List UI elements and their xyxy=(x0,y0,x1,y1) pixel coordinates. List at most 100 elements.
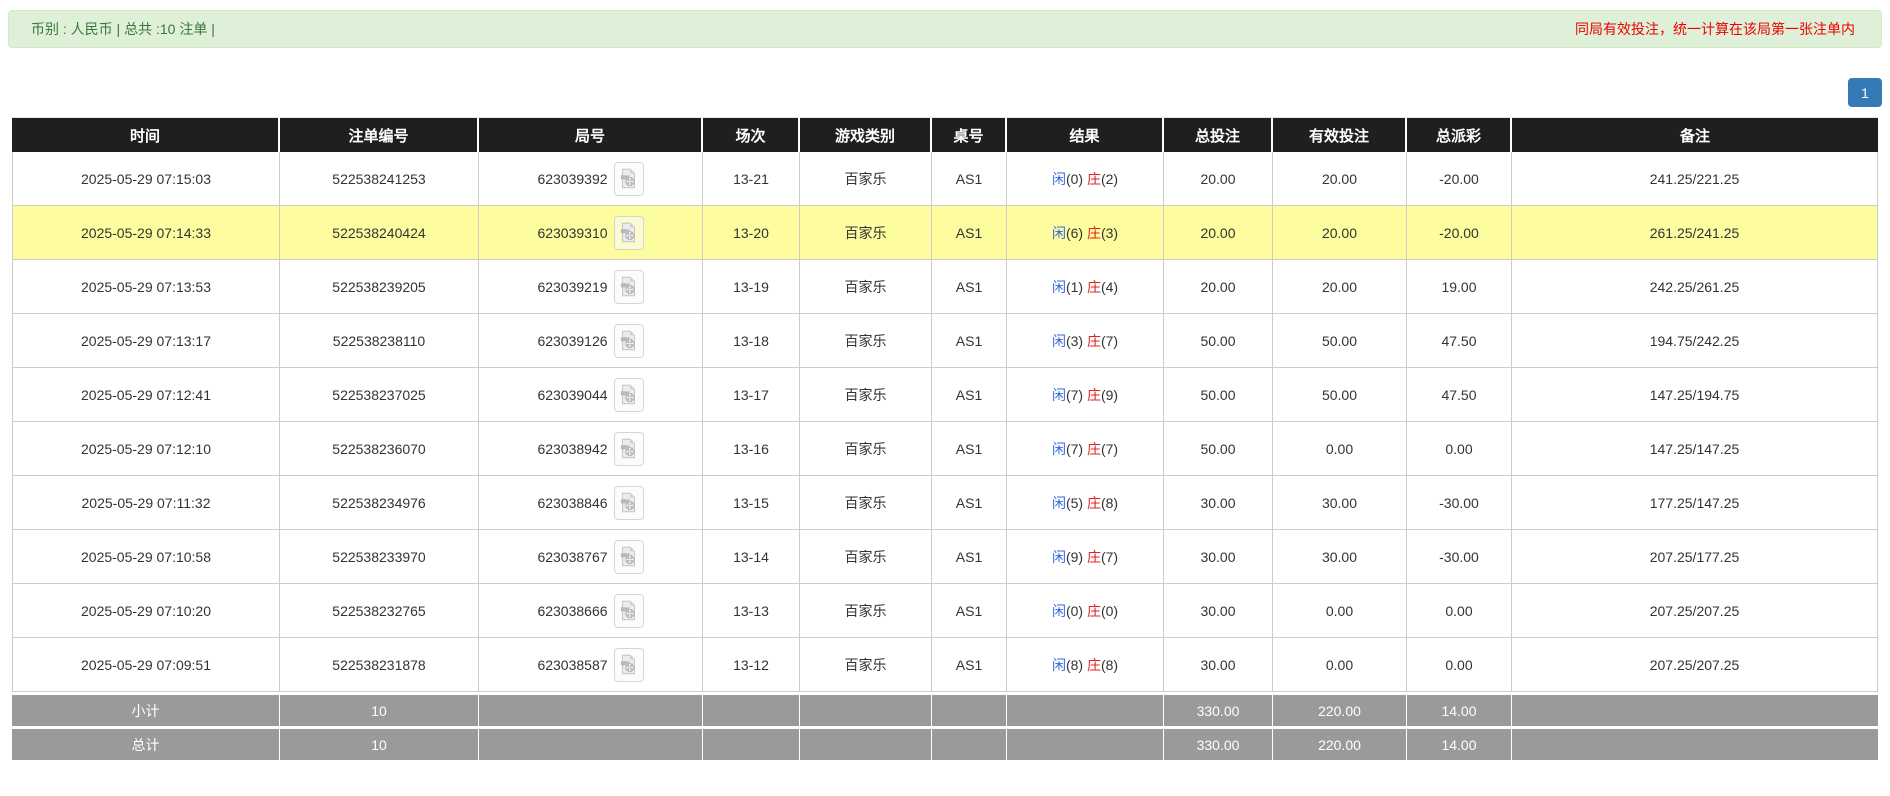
cell-game-type: 百家乐 xyxy=(800,260,932,314)
cell-session: 13-18 xyxy=(703,314,800,368)
banker-label: 庄 xyxy=(1087,279,1101,295)
video-replay-button[interactable] xyxy=(614,486,644,520)
cell-time: 2025-05-29 07:10:20 xyxy=(12,584,280,638)
player-label: 闲 xyxy=(1052,279,1066,295)
cell-valid-bet: 20.00 xyxy=(1273,260,1407,314)
cell-remark: 207.25/207.25 xyxy=(1512,638,1878,692)
cell-bet-id: 522538234976 xyxy=(280,476,479,530)
cell-game-type: 百家乐 xyxy=(800,584,932,638)
total-payout: 14.00 xyxy=(1407,726,1512,760)
video-replay-button[interactable] xyxy=(614,216,644,250)
video-replay-button[interactable] xyxy=(614,594,644,628)
cell-payout: 19.00 xyxy=(1407,260,1512,314)
cell-game-type: 百家乐 xyxy=(800,476,932,530)
cell-session: 13-20 xyxy=(703,206,800,260)
cell-game-id: 623038846 xyxy=(479,476,703,530)
total-label: 总计 xyxy=(12,726,280,760)
cell-game-type: 百家乐 xyxy=(800,638,932,692)
table-header-row: 时间 注单编号 局号 场次 游戏类别 桌号 结果 总投注 有效投注 总派彩 备注 xyxy=(12,117,1878,152)
pagination: 1 xyxy=(8,78,1882,107)
cell-game-type: 百家乐 xyxy=(800,422,932,476)
video-replay-button[interactable] xyxy=(614,648,644,682)
table-row: 2025-05-29 07:13:17522538238110623039126… xyxy=(12,314,1878,368)
cell-session: 13-21 xyxy=(703,152,800,206)
table-row: 2025-05-29 07:11:32522538234976623038846… xyxy=(12,476,1878,530)
cell-total-bet: 30.00 xyxy=(1164,530,1273,584)
cell-total-bet: 20.00 xyxy=(1164,152,1273,206)
table-row: 2025-05-29 07:09:51522538231878623038587… xyxy=(12,638,1878,692)
subtotal-count: 10 xyxy=(280,692,479,726)
cell-valid-bet: 20.00 xyxy=(1273,206,1407,260)
header-session: 场次 xyxy=(703,117,800,152)
cell-table-no: AS1 xyxy=(932,476,1007,530)
cell-bet-id: 522538237025 xyxy=(280,368,479,422)
game-id-text: 623038942 xyxy=(537,441,607,457)
video-file-icon xyxy=(620,276,637,297)
banker-label: 庄 xyxy=(1087,603,1101,619)
cell-session: 13-12 xyxy=(703,638,800,692)
total-row: 总计 10 330.00 220.00 14.00 xyxy=(12,726,1878,760)
cell-result: 闲(5) 庄(8) xyxy=(1007,476,1164,530)
table-row: 2025-05-29 07:12:41522538237025 623039044… xyxy=(12,368,1878,422)
cell-table-no: AS1 xyxy=(932,638,1007,692)
cell-result: 闲(0) 庄(0) xyxy=(1007,584,1164,638)
page-button-1[interactable]: 1 xyxy=(1848,78,1882,107)
banker-label: 庄 xyxy=(1087,495,1101,511)
cell-payout: 47.50 xyxy=(1407,314,1512,368)
cell-table-no: AS1 xyxy=(932,368,1007,422)
total-count: 10 xyxy=(280,726,479,760)
cell-valid-bet: 50.00 xyxy=(1273,314,1407,368)
cell-remark: 242.25/261.25 xyxy=(1512,260,1878,314)
video-replay-button[interactable] xyxy=(614,270,644,304)
cell-time: 2025-05-29 07:12:41 xyxy=(12,368,280,422)
video-file-icon xyxy=(620,546,637,567)
video-file-icon xyxy=(620,384,637,405)
cell-bet-id: 522538238110 xyxy=(280,314,479,368)
video-file-icon xyxy=(620,492,637,513)
cell-game-type: 百家乐 xyxy=(800,152,932,206)
cell-game-id: 623038587 xyxy=(479,638,703,692)
cell-payout: 0.00 xyxy=(1407,638,1512,692)
cell-valid-bet: 50.00 xyxy=(1273,368,1407,422)
cell-table-no: AS1 xyxy=(932,530,1007,584)
cell-game-type: 百家乐 xyxy=(800,206,932,260)
bet-records-table: 时间 注单编号 局号 场次 游戏类别 桌号 结果 总投注 有效投注 总派彩 备注… xyxy=(12,117,1878,760)
game-id-text: 623039219 xyxy=(537,279,607,295)
cell-remark: 207.25/177.25 xyxy=(1512,530,1878,584)
header-game-type: 游戏类别 xyxy=(800,117,932,152)
cell-result: 闲(1) 庄(4) xyxy=(1007,260,1164,314)
video-replay-button[interactable] xyxy=(614,162,644,196)
cell-game-id: 623038666 xyxy=(479,584,703,638)
cell-result: 闲(7) 庄(7) xyxy=(1007,422,1164,476)
table-body: 2025-05-29 07:15:03522538241253623039392… xyxy=(12,152,1878,692)
cell-remark: 207.25/207.25 xyxy=(1512,584,1878,638)
video-replay-button[interactable] xyxy=(614,540,644,574)
cell-payout: -30.00 xyxy=(1407,530,1512,584)
cell-valid-bet: 30.00 xyxy=(1273,530,1407,584)
player-label: 闲 xyxy=(1052,171,1066,187)
cell-total-bet: 30.00 xyxy=(1164,476,1273,530)
cell-session: 13-15 xyxy=(703,476,800,530)
game-id-group: 623038666 xyxy=(480,594,701,628)
cell-remark: 147.25/147.25 xyxy=(1512,422,1878,476)
cell-total-bet: 20.00 xyxy=(1164,206,1273,260)
header-game-id: 局号 xyxy=(479,117,703,152)
cell-table-no: AS1 xyxy=(932,584,1007,638)
cell-total-bet: 30.00 xyxy=(1164,638,1273,692)
cell-payout: -30.00 xyxy=(1407,476,1512,530)
table-row: 2025-05-29 07:12:10522538236070623038942… xyxy=(12,422,1878,476)
table-row: 2025-05-29 07:15:03522538241253623039392… xyxy=(12,152,1878,206)
cell-table-no: AS1 xyxy=(932,152,1007,206)
game-id-text: 623038666 xyxy=(537,603,607,619)
cell-valid-bet: 20.00 xyxy=(1273,152,1407,206)
video-replay-button[interactable] xyxy=(614,432,644,466)
game-id-text: 623039310 xyxy=(537,225,607,241)
game-id-text: 623039044 xyxy=(537,387,607,403)
subtotal-label: 小计 xyxy=(12,692,280,726)
video-replay-button[interactable] xyxy=(614,378,644,412)
cell-game-id: 623039044 xyxy=(479,368,703,422)
cell-result: 闲(9) 庄(7) xyxy=(1007,530,1164,584)
cell-game-id: 623039392 xyxy=(479,152,703,206)
cell-game-id: 623038942 xyxy=(479,422,703,476)
video-replay-button[interactable] xyxy=(614,324,644,358)
